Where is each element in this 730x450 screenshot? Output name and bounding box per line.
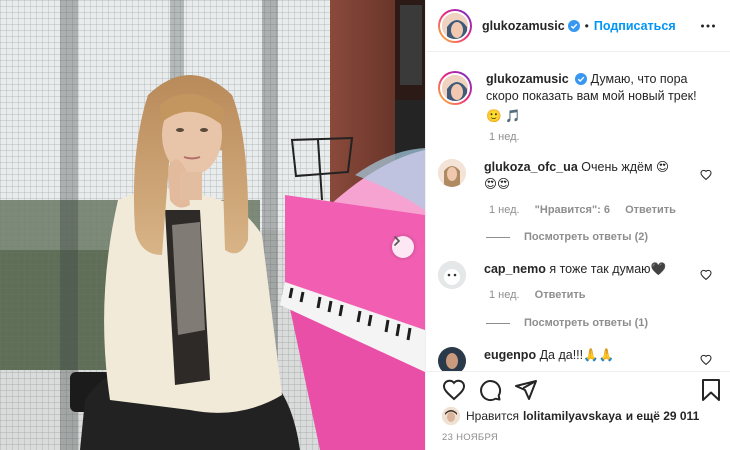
- verified-icon: [575, 73, 588, 85]
- view-replies-button[interactable]: Посмотреть ответы (1): [486, 317, 648, 329]
- comment: glukoza_ofc_ua Очень ждём 😍 😍😍: [438, 159, 718, 193]
- commenter-avatar[interactable]: [438, 159, 466, 187]
- comment-icon[interactable]: [478, 378, 502, 402]
- comment: eugenpo Да да!!!🙏🙏: [438, 347, 718, 371]
- comment: cap_nemo я тоже так думаю🖤: [438, 261, 718, 289]
- share-icon[interactable]: [514, 378, 538, 402]
- caption-time[interactable]: 1 нед.: [489, 131, 520, 143]
- replies-line: [486, 236, 510, 238]
- caption: glukozamusic Думаю, что пора скоро показ…: [438, 71, 718, 125]
- avatar-image: [438, 347, 466, 371]
- author-avatar[interactable]: [438, 8, 472, 43]
- avatar-image: [438, 159, 466, 187]
- comment-like-heart-icon[interactable]: [700, 269, 712, 281]
- post-header: glukozamusic • Подписаться: [426, 0, 730, 52]
- more-icon[interactable]: [700, 18, 716, 34]
- comment-username[interactable]: eugenpo: [484, 348, 536, 362]
- avatar-image: [438, 261, 466, 289]
- author-username[interactable]: glukozamusic: [482, 19, 565, 33]
- comment-time[interactable]: 1 нед.: [489, 289, 520, 301]
- likes-summary: Нравится lolitamilyavskaya и ещё 29 011: [442, 407, 699, 425]
- comment-meta: 1 нед. Ответить: [489, 289, 598, 301]
- post-panel: glukozamusic • Подписаться glukozamusic …: [425, 0, 730, 450]
- likes-count-link[interactable]: и ещё 29 011: [626, 409, 700, 423]
- post-actions: [426, 371, 730, 407]
- follow-button[interactable]: Подписаться: [594, 19, 676, 33]
- comment-text-emoji: 😍😍: [484, 177, 511, 191]
- comments-list[interactable]: glukozamusic Думаю, что пора скоро показ…: [426, 53, 730, 371]
- caption-meta: 1 нед.: [489, 131, 532, 143]
- view-replies-button[interactable]: Посмотреть ответы (2): [486, 231, 648, 243]
- avatar-image: [442, 407, 460, 425]
- replies-line: [486, 322, 510, 324]
- chevron-right-icon: [394, 236, 401, 246]
- avatar-image: [442, 12, 468, 39]
- comment-reply-button[interactable]: Ответить: [535, 289, 586, 301]
- comment-time[interactable]: 1 нед.: [489, 204, 520, 216]
- comment-text: Очень ждём 😍: [581, 160, 670, 174]
- view-replies-label: Посмотреть ответы (2): [524, 231, 649, 243]
- avatar-image: [442, 75, 468, 101]
- likes-user-link[interactable]: lolitamilyavskaya: [523, 409, 622, 423]
- separator-dot: •: [584, 18, 589, 33]
- view-replies-label: Посмотреть ответы (1): [524, 317, 649, 329]
- comment-meta: 1 нед. "Нравится": 6 Ответить: [489, 204, 688, 216]
- comment-text: я тоже так думаю🖤: [549, 262, 667, 276]
- post-date[interactable]: 23 НОЯБРЯ: [442, 432, 498, 443]
- comment-likes-count[interactable]: "Нравится": 6: [535, 204, 610, 216]
- likes-prefix: Нравится: [466, 409, 519, 423]
- next-photo-button[interactable]: [392, 236, 414, 258]
- commenter-avatar[interactable]: [438, 261, 466, 289]
- comment-reply-button[interactable]: Ответить: [625, 204, 676, 216]
- verified-icon: [567, 19, 580, 32]
- comment-text: Да да!!!🙏🙏: [539, 348, 615, 362]
- heart-icon[interactable]: [442, 378, 466, 402]
- author-avatar[interactable]: [438, 71, 472, 105]
- comment-username[interactable]: glukoza_ofc_ua: [484, 160, 578, 174]
- comment-username[interactable]: cap_nemo: [484, 262, 546, 276]
- caption-emoji: 🙂 🎵: [486, 109, 521, 123]
- post-photo[interactable]: [0, 0, 425, 450]
- comment-like-heart-icon[interactable]: [700, 354, 712, 366]
- commenter-avatar[interactable]: [438, 347, 466, 371]
- liker-avatar[interactable]: [442, 407, 460, 425]
- comment-like-heart-icon[interactable]: [700, 169, 712, 181]
- bookmark-icon[interactable]: [700, 378, 722, 402]
- caption-username[interactable]: glukozamusic: [486, 72, 569, 86]
- photo-illustration: [0, 0, 425, 450]
